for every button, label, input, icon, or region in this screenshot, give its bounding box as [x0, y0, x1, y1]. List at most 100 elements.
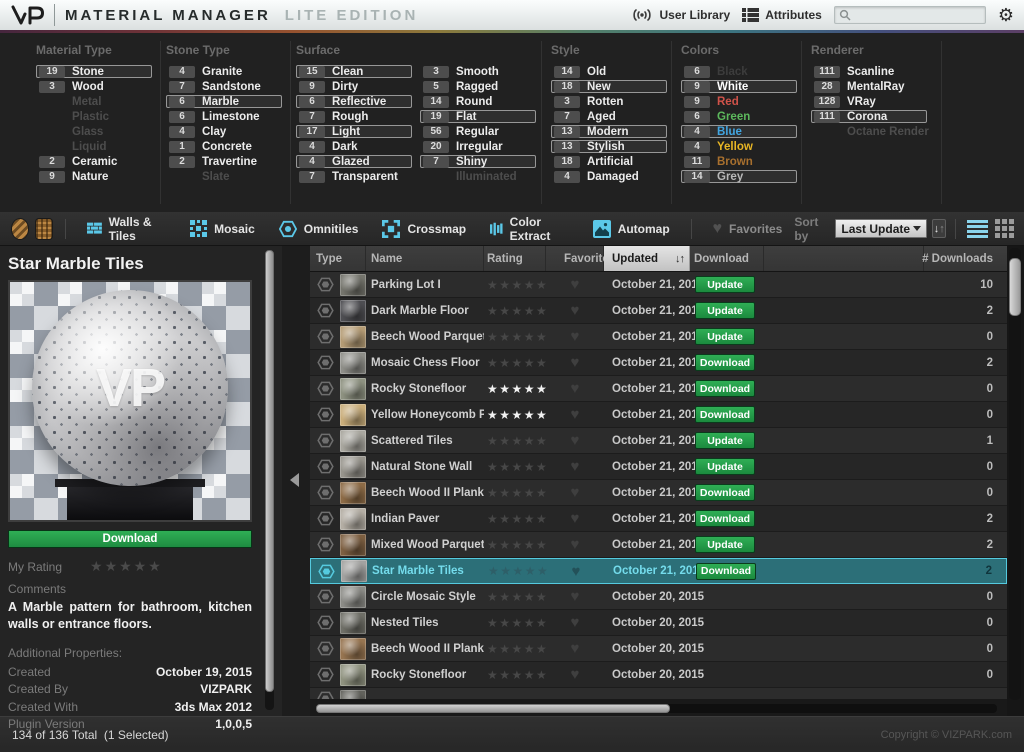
- filter-item-limestone[interactable]: 6Limestone: [166, 110, 282, 123]
- horizontal-scrollbar-thumb[interactable]: [316, 704, 670, 713]
- favorite-heart-icon[interactable]: ♥: [546, 303, 604, 318]
- filter-item-granite[interactable]: 4Granite: [166, 65, 282, 78]
- favorite-heart-icon[interactable]: ♥: [546, 433, 604, 448]
- filter-item-black[interactable]: 6Black: [681, 65, 797, 78]
- update-button[interactable]: Update: [695, 536, 755, 553]
- collapse-panel-arrow-icon[interactable]: [290, 473, 299, 487]
- table-row-parking-lot-i[interactable]: Parking Lot I★★★★★♥October 21, 2015Updat…: [310, 272, 1007, 298]
- list-view-button[interactable]: [967, 220, 988, 238]
- filter-item-reflective[interactable]: 6Reflective: [296, 95, 412, 108]
- update-button[interactable]: Update: [695, 432, 755, 449]
- rating-stars[interactable]: ★★★★★: [484, 304, 546, 318]
- search-input[interactable]: [855, 9, 981, 21]
- filter-item-dark[interactable]: 4Dark: [296, 140, 412, 153]
- rating-stars[interactable]: ★★★★★: [485, 564, 547, 578]
- rating-stars[interactable]: ★★★★★: [484, 668, 546, 682]
- filter-item-dirty[interactable]: 9Dirty: [296, 80, 412, 93]
- table-row-mixed-wood-parquet-iii[interactable]: Mixed Wood Parquet III★★★★★♥October 21, …: [310, 532, 1007, 558]
- filter-item-stylish[interactable]: 13Stylish: [551, 140, 667, 153]
- table-row-circle-mosaic-style[interactable]: Circle Mosaic Style★★★★★♥October 20, 201…: [310, 584, 1007, 610]
- table-row-rocky-stonefloor[interactable]: Rocky Stonefloor★★★★★♥October 21, 2015Do…: [310, 376, 1007, 402]
- filter-item-light[interactable]: 17Light: [296, 125, 412, 138]
- column-header-type[interactable]: Type: [310, 246, 366, 271]
- horizontal-scrollbar[interactable]: [316, 704, 997, 713]
- download-button[interactable]: Download: [695, 510, 755, 527]
- rating-stars[interactable]: ★★★★★: [484, 408, 546, 422]
- table-row-nested-tiles[interactable]: Nested Tiles★★★★★♥October 20, 20150: [310, 610, 1007, 636]
- filter-item-grey[interactable]: 14Grey: [681, 170, 797, 183]
- filter-item-clean[interactable]: 15Clean: [296, 65, 412, 78]
- my-rating-stars[interactable]: ★★★★★: [90, 558, 163, 575]
- column-header-updated[interactable]: Updated↓↑: [604, 246, 690, 271]
- table-row-beech-wood-parquet-i[interactable]: Beech Wood Parquet I★★★★★♥October 21, 20…: [310, 324, 1007, 350]
- filter-item-wood[interactable]: 3Wood: [36, 80, 152, 93]
- color-extract-button[interactable]: Color Extract: [478, 215, 581, 243]
- download-button[interactable]: Download: [695, 484, 755, 501]
- favorite-heart-icon[interactable]: ♥: [546, 537, 604, 552]
- favorite-heart-icon[interactable]: ♥: [546, 485, 604, 500]
- favorite-heart-icon[interactable]: ♥: [546, 277, 604, 292]
- rating-stars[interactable]: ★★★★★: [484, 460, 546, 474]
- detail-scrollbar[interactable]: [265, 250, 274, 710]
- update-button[interactable]: Update: [695, 302, 755, 319]
- table-row-beech-wood-ii-planks[interactable]: Beech Wood II Planks★★★★★♥October 21, 20…: [310, 480, 1007, 506]
- filter-item-flat[interactable]: 19Flat: [420, 110, 536, 123]
- walls-tiles-button[interactable]: Walls & Tiles: [75, 215, 178, 243]
- column-header-download[interactable]: Download: [690, 246, 764, 271]
- column-header-downloads[interactable]: # Downloads: [923, 246, 1007, 271]
- table-row-natural-stone-wall[interactable]: Natural Stone Wall★★★★★♥October 21, 2015…: [310, 454, 1007, 480]
- filter-item-modern[interactable]: 13Modern: [551, 125, 667, 138]
- filter-item-regular[interactable]: 56Regular: [420, 125, 536, 138]
- filter-item-white[interactable]: 9White: [681, 80, 797, 93]
- filter-item-smooth[interactable]: 3Smooth: [420, 65, 536, 78]
- favorite-heart-icon[interactable]: ♥: [546, 407, 604, 422]
- download-button[interactable]: Download: [8, 530, 252, 548]
- rating-stars[interactable]: ★★★★★: [484, 616, 546, 630]
- filter-item-irregular[interactable]: 20Irregular: [420, 140, 536, 153]
- download-button[interactable]: Download: [695, 354, 755, 371]
- filter-item-new[interactable]: 18New: [551, 80, 667, 93]
- filter-item-blue[interactable]: 4Blue: [681, 125, 797, 138]
- filter-item-round[interactable]: 14Round: [420, 95, 536, 108]
- favorite-heart-icon[interactable]: ♥: [546, 615, 604, 630]
- filter-item-scanline[interactable]: 111Scanline: [811, 65, 927, 78]
- download-button[interactable]: Download: [695, 380, 755, 397]
- filter-item-rotten[interactable]: 3Rotten: [551, 95, 667, 108]
- filter-item-mentalray[interactable]: 28MentalRay: [811, 80, 927, 93]
- favorite-heart-icon[interactable]: ♥: [547, 564, 605, 579]
- favorite-heart-icon[interactable]: ♥: [546, 667, 604, 682]
- vertical-scrollbar-thumb[interactable]: [1009, 258, 1021, 316]
- filter-item-sandstone[interactable]: 7Sandstone: [166, 80, 282, 93]
- favorite-heart-icon[interactable]: ♥: [546, 459, 604, 474]
- filter-item-travertine[interactable]: 2Travertine: [166, 155, 282, 168]
- column-header-name[interactable]: Name: [366, 246, 484, 271]
- filter-item-corona[interactable]: 111Corona: [811, 110, 927, 123]
- filter-item-clay[interactable]: 4Clay: [166, 125, 282, 138]
- filter-item-glazed[interactable]: 4Glazed: [296, 155, 412, 168]
- filter-item-stone[interactable]: 19Stone: [36, 65, 152, 78]
- filter-item-artificial[interactable]: 18Artificial: [551, 155, 667, 168]
- mosaic-button[interactable]: Mosaic: [178, 220, 267, 237]
- rating-stars[interactable]: ★★★★★: [484, 512, 546, 526]
- download-button[interactable]: Download: [696, 563, 756, 580]
- filter-item-shiny[interactable]: 7Shiny: [420, 155, 536, 168]
- filter-item-damaged[interactable]: 4Damaged: [551, 170, 667, 183]
- rating-stars[interactable]: ★★★★★: [484, 642, 546, 656]
- table-row-rocky-stonefloor[interactable]: Rocky Stonefloor★★★★★♥October 20, 20150: [310, 662, 1007, 688]
- favorite-heart-icon[interactable]: ♥: [546, 355, 604, 370]
- filter-item-yellow[interactable]: 4Yellow: [681, 140, 797, 153]
- vertical-scrollbar[interactable]: [1009, 248, 1021, 700]
- favorite-heart-icon[interactable]: ♥: [546, 329, 604, 344]
- rating-stars[interactable]: ★★★★★: [484, 356, 546, 370]
- download-button[interactable]: Download: [695, 406, 755, 423]
- filter-item-transparent[interactable]: 7Transparent: [296, 170, 412, 183]
- rating-stars[interactable]: ★★★★★: [484, 590, 546, 604]
- table-row-star-marble-tiles[interactable]: Star Marble Tiles★★★★★♥October 21, 2015D…: [310, 558, 1007, 584]
- update-button[interactable]: Update: [695, 328, 755, 345]
- column-header-favorite[interactable]: Favorite: [546, 246, 604, 271]
- favorite-heart-icon[interactable]: ♥: [546, 381, 604, 396]
- table-row-beech-wood-ii-planks[interactable]: Beech Wood II Planks★★★★★♥October 20, 20…: [310, 636, 1007, 662]
- omnitiles-button[interactable]: Omnitiles: [267, 220, 371, 238]
- table-row-mosaic-chess-floor[interactable]: Mosaic Chess Floor★★★★★♥October 21, 2015…: [310, 350, 1007, 376]
- settings-gear-icon[interactable]: ⚙: [998, 6, 1014, 24]
